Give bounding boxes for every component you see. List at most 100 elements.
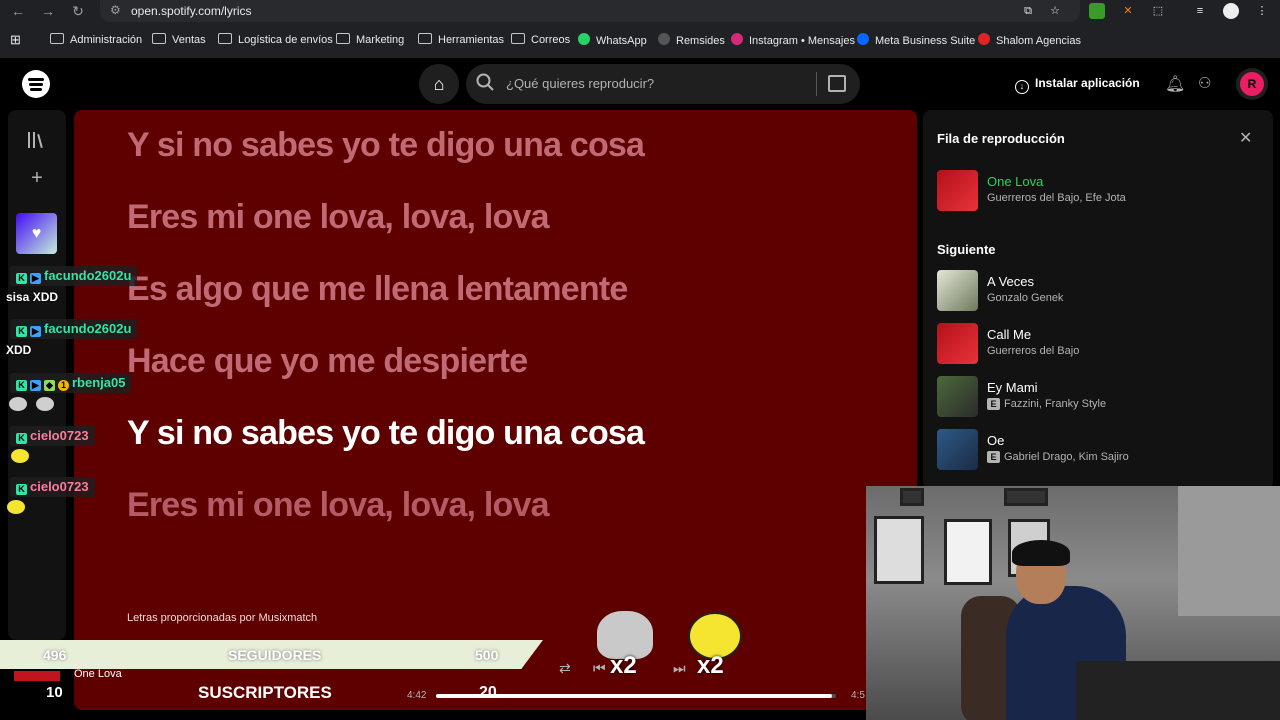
chat-username: K ▶ facundo2602u — [10, 319, 138, 339]
site-info-icon[interactable]: ⚙ — [110, 3, 121, 17]
extension-icon[interactable] — [1089, 3, 1105, 19]
create-playlist-icon[interactable]: + — [24, 166, 50, 192]
followers-label: SEGUIDORES — [228, 647, 322, 663]
avatar[interactable]: R — [1236, 68, 1268, 100]
sub-badge-icon: ▶ — [30, 380, 41, 391]
avatar-initial: R — [1240, 72, 1264, 96]
liked-songs-icon[interactable]: ♥ — [16, 213, 57, 254]
bookmark-folder[interactable]: Logística de envíos — [218, 33, 333, 49]
library-bar — [37, 133, 43, 149]
lyric-line[interactable]: Hace que yo me despierte — [127, 342, 528, 381]
subs-label: SUSCRIPTORES — [198, 683, 332, 702]
coin-badge-icon: 1 — [58, 380, 69, 391]
folder-icon — [511, 33, 525, 44]
wall-frame — [944, 519, 992, 585]
bookmark-link[interactable]: Instagram • Mensajes — [731, 33, 855, 49]
followers-goal-bar: 496 SEGUIDORES 500 — [0, 640, 543, 669]
bookmark-link[interactable]: Remsides — [658, 33, 725, 49]
duck-emote-icon — [11, 449, 29, 463]
bookmarks-bar: ⊞ Administración Ventas Logística de env… — [0, 28, 1280, 52]
screen: ← → ↻ ⚙ open.spotify.com/lyrics ⧉ ☆ ✕ ⬚ … — [0, 0, 1280, 720]
queue-track[interactable]: A Veces Gonzalo Genek — [937, 270, 1257, 312]
lyric-line[interactable]: Y si no sabes yo te digo una cosa — [127, 126, 645, 165]
lyric-line[interactable]: Es algo que me llena lentamente — [127, 270, 628, 309]
bookmark-folder[interactable]: Marketing — [336, 33, 404, 49]
shuffle-icon[interactable]: ⇄ — [559, 660, 571, 677]
meta-icon — [857, 33, 869, 45]
notifications-icon[interactable]: 🔔︎ — [1165, 74, 1185, 94]
queue-track[interactable]: Oe E Gabriel Drago, Kim Sajiro — [937, 429, 1257, 471]
profile-icon[interactable] — [1223, 3, 1239, 19]
cast-icon[interactable]: ⧉ — [1020, 3, 1036, 19]
lyric-line-active[interactable]: Y si no sabes yo te digo una cosa — [127, 414, 645, 453]
back-icon[interactable]: ← — [10, 3, 26, 19]
subs-goal-bar: 10 SUSCRIPTORES 20 — [0, 679, 543, 708]
bookmark-folder[interactable]: Administración — [50, 33, 142, 49]
install-app-button[interactable]: ↓ Instalar aplicación — [1015, 76, 1140, 94]
library-icon[interactable] — [28, 132, 46, 149]
album-art — [937, 323, 978, 364]
search-input[interactable]: ¿Qué quieres reproducir? — [466, 64, 860, 104]
browse-icon[interactable] — [828, 75, 846, 92]
bookmark-link[interactable]: Shalom Agencias — [978, 33, 1081, 49]
reload-icon[interactable]: ↻ — [70, 3, 86, 19]
logo-wave — [28, 78, 44, 81]
forward-icon[interactable]: → — [40, 3, 56, 19]
chat-username: K ▶ facundo2602u — [10, 266, 138, 286]
lyrics-credit: Letras proporcionadas por Musixmatch — [127, 612, 318, 624]
queue-panel: Fila de reproducción ✕ One Lova Guerrero… — [923, 110, 1273, 490]
kick-badge-icon: K — [16, 433, 27, 444]
followers-goal: 500 — [475, 647, 499, 663]
bookmark-folder[interactable]: Correos — [511, 33, 570, 49]
multiplier-label: x2 — [697, 652, 724, 679]
explicit-badge: E — [987, 451, 1000, 463]
apps-grid-icon[interactable]: ⊞ — [10, 33, 21, 49]
bookmark-folder[interactable]: Herramientas — [418, 33, 504, 49]
next-up-heading: Siguiente — [937, 242, 996, 257]
wall-frame — [1004, 488, 1048, 506]
chat-message: sisa XDD — [6, 290, 59, 304]
extensions-puzzle-icon[interactable]: ⬚ — [1150, 3, 1166, 19]
album-art — [937, 429, 978, 470]
kick-badge-icon: K — [16, 380, 27, 391]
chat-username: Kcielo0723 — [10, 426, 95, 446]
album-art — [937, 170, 978, 211]
logo-wave — [30, 88, 42, 91]
subs-goal: 20 — [479, 684, 497, 701]
lyrics-panel: Y si no sabes yo te digo una cosa Eres m… — [74, 110, 917, 710]
previous-icon[interactable]: ⏮ — [593, 660, 606, 677]
bookmark-star-icon[interactable]: ☆ — [1047, 3, 1063, 19]
library-bar — [28, 132, 30, 148]
lyric-line[interactable]: Eres mi one lova, lova, lova — [127, 198, 549, 237]
bookmark-link[interactable]: WhatsApp — [578, 33, 647, 49]
track-artist: Gonzalo Genek — [987, 292, 1064, 304]
now-playing-track[interactable]: One Lova Guerreros del Bajo, Efe Jota — [937, 170, 1257, 212]
track-title: Ey Mami — [987, 380, 1038, 395]
home-button[interactable]: ⌂ — [419, 64, 459, 104]
track-artist: E Fazzini, Franky Style — [987, 398, 1106, 410]
lyric-line[interactable]: Eres mi one lova, lova, lova — [127, 486, 549, 525]
address-bar[interactable]: ⚙ open.spotify.com/lyrics — [100, 0, 1080, 22]
more-menu-icon[interactable]: ⋮ — [1254, 3, 1270, 19]
folder-icon — [218, 33, 232, 44]
queue-track[interactable]: Call Me Guerreros del Bajo — [937, 323, 1257, 365]
friend-activity-icon[interactable]: ⚇ — [1198, 74, 1211, 92]
browser-toolbar: ← → ↻ ⚙ open.spotify.com/lyrics ⧉ ☆ ✕ ⬚ … — [0, 0, 1280, 22]
track-artist: E Gabriel Drago, Kim Sajiro — [987, 451, 1129, 463]
sub-badge-icon: ▶ — [30, 273, 41, 284]
bookmark-link[interactable]: Meta Business Suite — [857, 33, 975, 49]
download-icon: ↓ — [1015, 80, 1029, 94]
wall-frame — [874, 516, 924, 584]
chat-username: Kcielo0723 — [10, 477, 95, 497]
spotify-logo-icon[interactable] — [22, 70, 50, 98]
next-icon[interactable]: ⏭ — [673, 660, 686, 677]
gifter-badge-icon: ◆ — [44, 380, 55, 391]
extension-icon[interactable]: ✕ — [1120, 3, 1136, 19]
queue-track[interactable]: Ey Mami E Fazzini, Franky Style — [937, 376, 1257, 418]
divider — [816, 72, 817, 96]
bookmark-folder[interactable]: Ventas — [152, 33, 206, 49]
media-controls-icon[interactable]: ≡ — [1192, 3, 1208, 19]
close-icon[interactable]: ✕ — [1239, 128, 1252, 148]
search-icon — [476, 73, 494, 91]
folder-icon — [50, 33, 64, 44]
